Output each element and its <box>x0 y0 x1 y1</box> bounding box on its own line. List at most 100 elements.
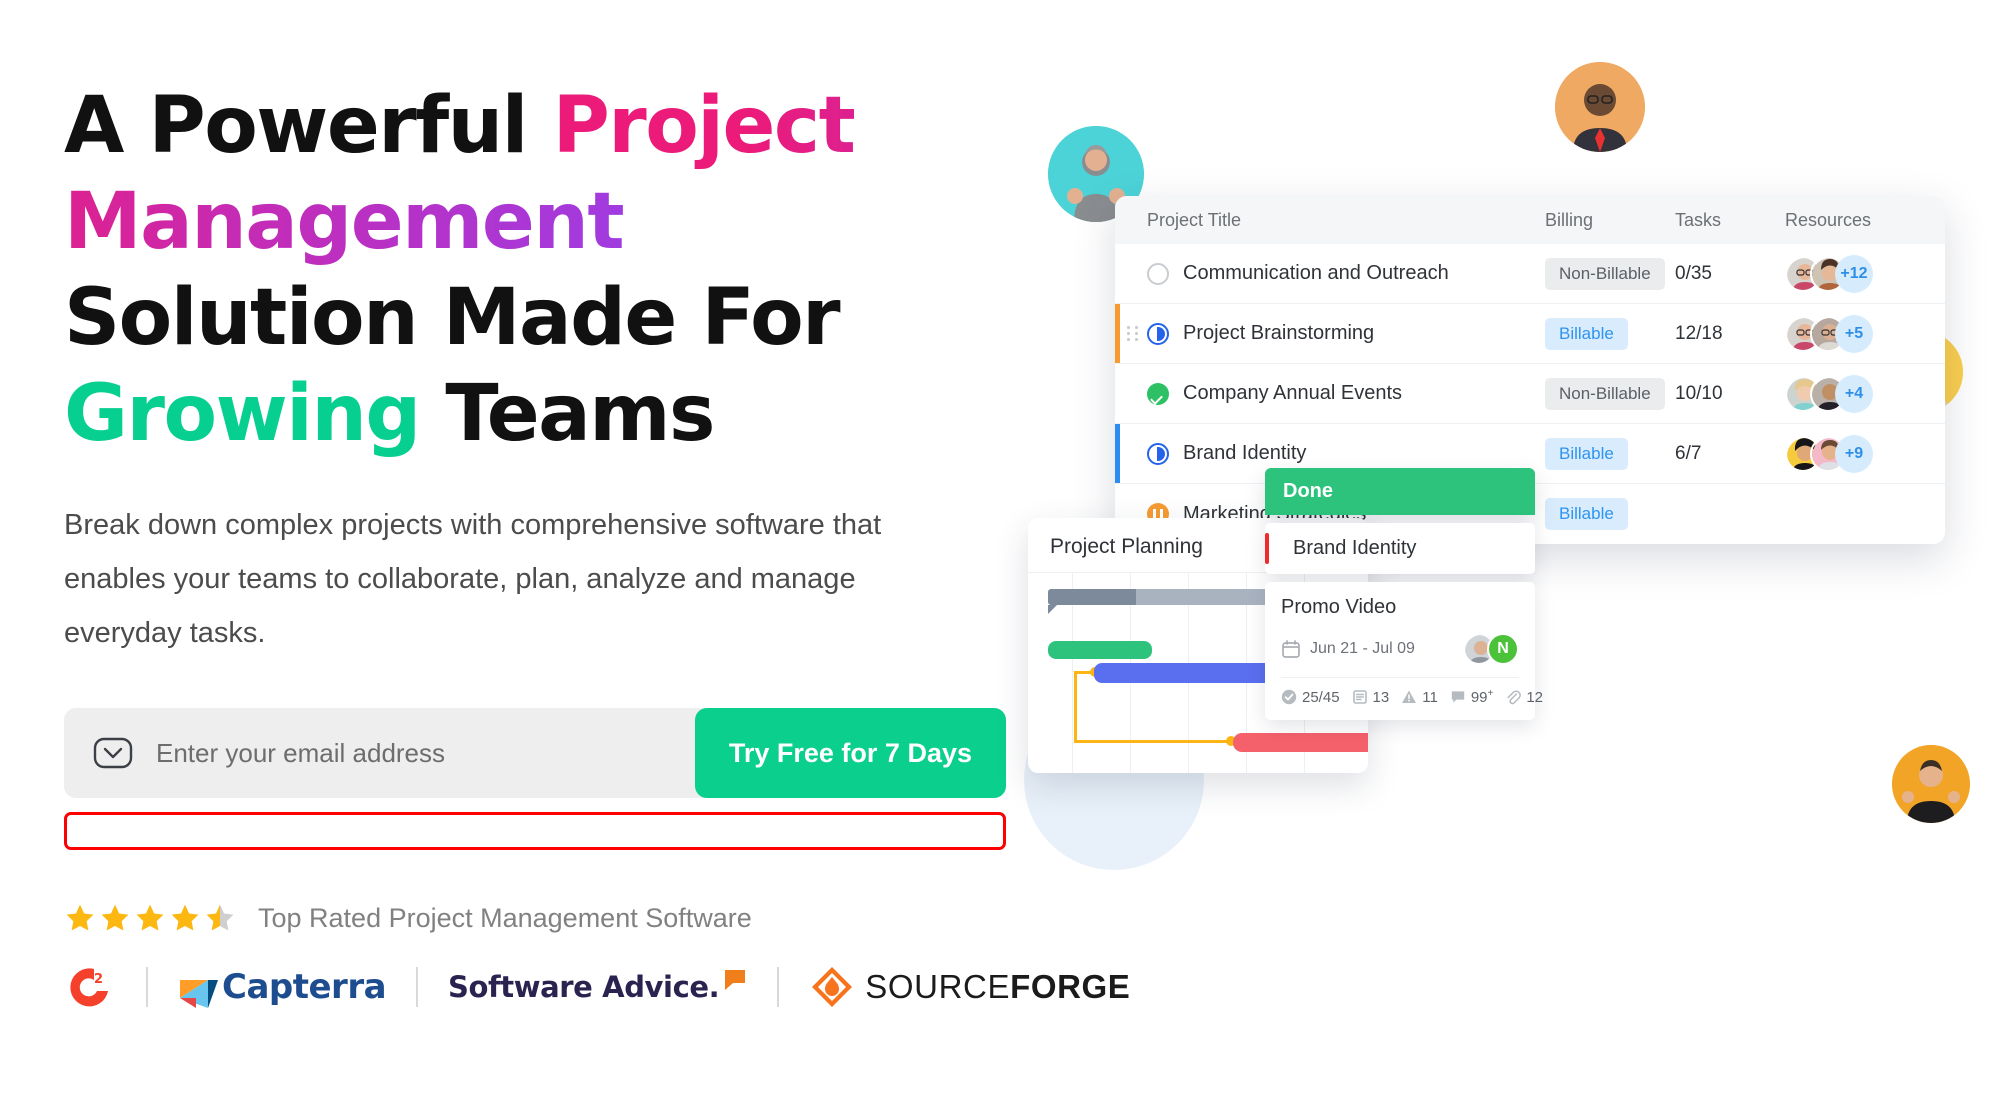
check-circle-icon <box>1281 689 1297 705</box>
logo-divider-1 <box>146 967 148 1007</box>
drag-handle-icon[interactable] <box>1127 326 1139 341</box>
resource-avatars: +9 <box>1785 434 1935 473</box>
stat-subtasks: 25/45 <box>1281 689 1340 706</box>
row-accent-bar <box>1115 424 1120 483</box>
kanban-card-promo-video[interactable]: Promo Video Jun 21 - Jul 09 N 25/45 13 1… <box>1265 582 1543 720</box>
resource-avatars: +5 <box>1785 314 1935 353</box>
status-icon-in-progress[interactable] <box>1147 322 1169 345</box>
table-header-row: Project Title Billing Tasks Resources <box>1115 196 1945 244</box>
stat-value-sup: + <box>1487 688 1494 699</box>
stat-issues: 11 <box>1401 689 1438 706</box>
software-advice-logo-text: Software Advice. <box>448 970 720 1004</box>
table-row[interactable]: Company Annual Events Non-Billable 10/10… <box>1115 364 1945 424</box>
card-stats: 25/45 13 11 99+ 12 <box>1281 688 1543 706</box>
try-free-button[interactable]: Try Free for 7 Days <box>694 708 1006 798</box>
kanban-done-column: Done Brand Identity Promo Video Jun 21 -… <box>1265 468 1543 720</box>
stat-value: 12 <box>1526 688 1544 706</box>
stat-value: 11 <box>1422 688 1438 706</box>
tasks-count: 6/7 <box>1675 442 1702 464</box>
billing-badge: Billable <box>1545 498 1628 530</box>
stat-value: 25/45 <box>1302 688 1340 706</box>
project-title: Brand Identity <box>1183 442 1307 464</box>
tasks-count: 10/10 <box>1675 382 1723 404</box>
gantt-bar-green[interactable] <box>1048 641 1152 659</box>
software-advice-logo: Software Advice. <box>448 970 747 1004</box>
card-assignees: N <box>1463 633 1519 665</box>
resource-more-count[interactable]: +12 <box>1835 254 1873 293</box>
capterra-logo: Capterra <box>178 964 387 1010</box>
table-row[interactable]: Communication and Outreach Non-Billable … <box>1115 244 1945 304</box>
list-icon <box>1352 690 1367 704</box>
hero-page: A Powerful Project Management Solution M… <box>0 0 2000 1100</box>
headline-part-plain-3: Teams <box>419 369 715 459</box>
hero-illustration: Project Title Billing Tasks Resources Co… <box>1000 0 2000 1100</box>
sourceforge-logo-text-light: SOURCE <box>865 968 1011 1005</box>
email-error-box <box>64 812 1006 850</box>
svg-text:2: 2 <box>94 972 103 987</box>
gantt-summary-tail <box>1048 605 1057 614</box>
kanban-column-title: Done <box>1265 468 1535 515</box>
logo-divider-2 <box>416 967 419 1007</box>
star-icon-half-5 <box>206 904 234 931</box>
billing-badge: Billable <box>1545 437 1628 470</box>
resource-avatars: +4 <box>1785 374 1935 413</box>
star-icon-filled-4 <box>171 904 199 931</box>
resource-avatars: +12 <box>1785 254 1935 293</box>
capterra-logo-text: Capterra <box>222 967 387 1007</box>
rating-row: Top Rated Project Management Software <box>64 902 964 934</box>
warning-icon <box>1402 690 1417 703</box>
kanban-card-brand-identity[interactable]: Brand Identity <box>1265 523 1535 574</box>
avatar-initial: N <box>1487 633 1519 665</box>
status-icon-not-started[interactable] <box>1147 262 1169 285</box>
review-logos: 2 Capterra Software Advice. SOURCEFORGE <box>64 960 1130 1014</box>
column-header-billing: Billing <box>1545 209 1594 230</box>
row-accent-bar <box>1115 304 1120 363</box>
mail-chevron-icon <box>92 732 134 774</box>
gantt-bar-red[interactable] <box>1233 733 1368 752</box>
stat-notes: 13 <box>1352 688 1390 706</box>
star-icon-filled-1 <box>66 904 94 931</box>
logo-divider-3 <box>777 967 780 1007</box>
hero-subcopy: Break down complex projects with compreh… <box>64 509 882 649</box>
avatar-black-tee-man <box>1892 745 1970 823</box>
project-title: Communication and Outreach <box>1183 262 1449 284</box>
card-accent-bar <box>1265 533 1269 564</box>
headline-part-plain-1: A Powerful <box>64 81 553 171</box>
stat-comments: 99+ <box>1450 688 1494 706</box>
hero-left-column: A Powerful Project Management Solution M… <box>64 78 1130 1014</box>
tasks-count: 0/35 <box>1675 262 1712 284</box>
card-date-text: Jun 21 - Jul 09 <box>1310 640 1415 657</box>
rating-label: Top Rated Project Management Software <box>258 902 752 933</box>
comment-icon <box>1451 691 1465 703</box>
card-title: Promo Video <box>1281 596 1397 618</box>
project-title: Project Brainstorming <box>1183 322 1375 344</box>
billing-badge: Non-Billable <box>1545 257 1665 290</box>
star-rating <box>64 902 236 934</box>
star-icon-filled-2 <box>101 904 129 931</box>
billing-badge: Non-Billable <box>1545 377 1665 410</box>
gantt-summary-bar[interactable] <box>1048 589 1136 605</box>
column-header-project-title: Project Title <box>1147 209 1242 230</box>
resource-more-count[interactable]: +5 <box>1835 314 1873 353</box>
card-divider <box>1281 677 1519 678</box>
column-header-tasks: Tasks <box>1675 209 1722 230</box>
stat-attachments: 12 <box>1505 689 1543 706</box>
tasks-count: 12/18 <box>1675 322 1723 344</box>
page-title: A Powerful Project Management Solution M… <box>64 78 944 462</box>
status-icon-in-progress[interactable] <box>1147 442 1169 465</box>
billing-badge: Billable <box>1545 317 1628 350</box>
resource-more-count[interactable]: +9 <box>1835 434 1873 473</box>
card-title: Brand Identity <box>1293 537 1417 559</box>
headline-part-plain-2: Solution Made For <box>64 273 841 363</box>
resource-more-count[interactable]: +4 <box>1835 374 1873 413</box>
stat-value: 13 <box>1372 688 1390 706</box>
attachment-icon <box>1507 690 1522 705</box>
calendar-icon <box>1282 640 1300 658</box>
status-icon-completed[interactable] <box>1147 382 1169 405</box>
g2-logo: 2 <box>64 961 116 1013</box>
project-title: Company Annual Events <box>1183 382 1403 404</box>
star-icon-filled-3 <box>136 904 164 931</box>
stat-value: 99 <box>1470 689 1488 706</box>
headline-part-green: Growing <box>64 369 421 459</box>
table-row[interactable]: Project Brainstorming Billable 12/18 +5 <box>1115 304 1945 364</box>
